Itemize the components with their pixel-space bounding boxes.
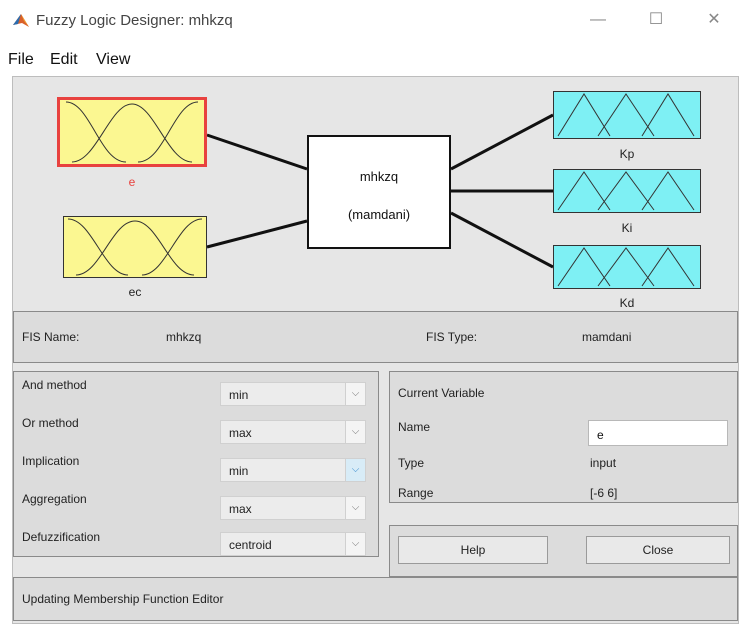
menu-edit[interactable]: Edit — [50, 51, 78, 69]
input-ec-mf-plot — [67, 218, 203, 276]
input-e-label: e — [128, 175, 136, 189]
fis-block[interactable]: mhkzq (mamdani) — [307, 135, 451, 249]
fis-type-value: mamdani — [582, 330, 632, 344]
aggregation-label: Aggregation — [22, 492, 87, 506]
window-title: Fuzzy Logic Designer: mhkzq — [36, 12, 233, 29]
output-ki-mf-plot — [557, 171, 695, 211]
status-text: Updating Membership Function Editor — [22, 592, 224, 606]
output-kd-mf-plot — [557, 247, 695, 287]
output-kd-block[interactable] — [553, 245, 701, 289]
variable-name-label: Name — [398, 420, 431, 434]
fis-info-panel: FIS Name: mhkzq FIS Type: mamdani — [13, 311, 738, 363]
fis-block-type: (mamdani) — [347, 207, 411, 222]
chevron-down-icon: ⌵ — [345, 497, 365, 519]
variable-name-value: e — [597, 428, 604, 442]
input-e-mf-plot — [65, 101, 199, 163]
close-window-button[interactable]: ✕ — [694, 6, 734, 34]
chevron-down-icon: ⌵ — [345, 459, 365, 481]
current-variable-title: Current Variable — [398, 386, 485, 400]
and-method-value: min — [229, 388, 249, 402]
close-button[interactable]: Close — [586, 536, 730, 564]
menu-file[interactable]: File — [8, 51, 34, 69]
output-ki-label: Ki — [621, 221, 633, 235]
variable-range-value: [-6 6] — [590, 486, 618, 500]
maximize-button[interactable]: ☐ — [636, 6, 676, 34]
aggregation-select[interactable]: max ⌵ — [220, 496, 366, 520]
or-method-label: Or method — [22, 416, 79, 430]
menu-view[interactable]: View — [96, 51, 130, 69]
fis-type-label: FIS Type: — [426, 330, 478, 344]
help-button[interactable]: Help — [398, 536, 548, 564]
output-kp-block[interactable] — [553, 91, 701, 139]
methods-panel: And method min ⌵ Or method max ⌵ Implica… — [13, 371, 379, 557]
fis-name-label: FIS Name: — [22, 330, 80, 344]
chevron-down-icon: ⌵ — [345, 383, 365, 405]
variable-range-label: Range — [398, 486, 434, 500]
menu-bar: File Edit View — [0, 44, 743, 76]
implication-select[interactable]: min ⌵ — [220, 458, 366, 482]
current-variable-panel: Current Variable Name e Type input Range… — [389, 371, 738, 503]
buttons-panel: Help Close — [389, 525, 738, 577]
implication-label: Implication — [22, 454, 80, 468]
input-ec-block[interactable] — [63, 216, 207, 278]
fis-name-value: mhkzq — [166, 330, 202, 344]
chevron-down-icon: ⌵ — [345, 533, 365, 555]
designer-body: e ec mhkzq (mamdani) Kp Ki Kd FIS Name: … — [12, 76, 739, 624]
and-method-select[interactable]: min ⌵ — [220, 382, 366, 406]
output-kd-label: Kd — [619, 296, 635, 310]
output-kp-label: Kp — [619, 147, 635, 161]
or-method-value: max — [229, 426, 252, 440]
output-kp-mf-plot — [557, 93, 695, 137]
input-ec-label: ec — [128, 285, 142, 299]
chevron-down-icon: ⌵ — [345, 421, 365, 443]
aggregation-value: max — [229, 502, 252, 516]
fis-block-name: mhkzq — [359, 169, 399, 184]
or-method-select[interactable]: max ⌵ — [220, 420, 366, 444]
defuzzification-label: Defuzzification — [22, 530, 101, 544]
defuzzification-select[interactable]: centroid ⌵ — [220, 532, 366, 556]
and-method-label: And method — [22, 378, 87, 392]
input-e-block[interactable] — [57, 97, 207, 167]
status-bar: Updating Membership Function Editor — [13, 577, 738, 621]
implication-value: min — [229, 464, 249, 478]
matlab-logo-icon — [13, 14, 29, 27]
defuzzification-value: centroid — [229, 538, 272, 552]
fis-diagram: e ec mhkzq (mamdani) Kp Ki Kd — [13, 77, 740, 310]
variable-name-input[interactable]: e — [588, 420, 728, 446]
output-ki-block[interactable] — [553, 169, 701, 213]
minimize-button[interactable]: — — [578, 6, 618, 34]
variable-type-value: input — [590, 456, 617, 470]
variable-type-label: Type — [398, 456, 425, 470]
title-bar: Fuzzy Logic Designer: mhkzq — ☐ ✕ — [0, 0, 743, 44]
